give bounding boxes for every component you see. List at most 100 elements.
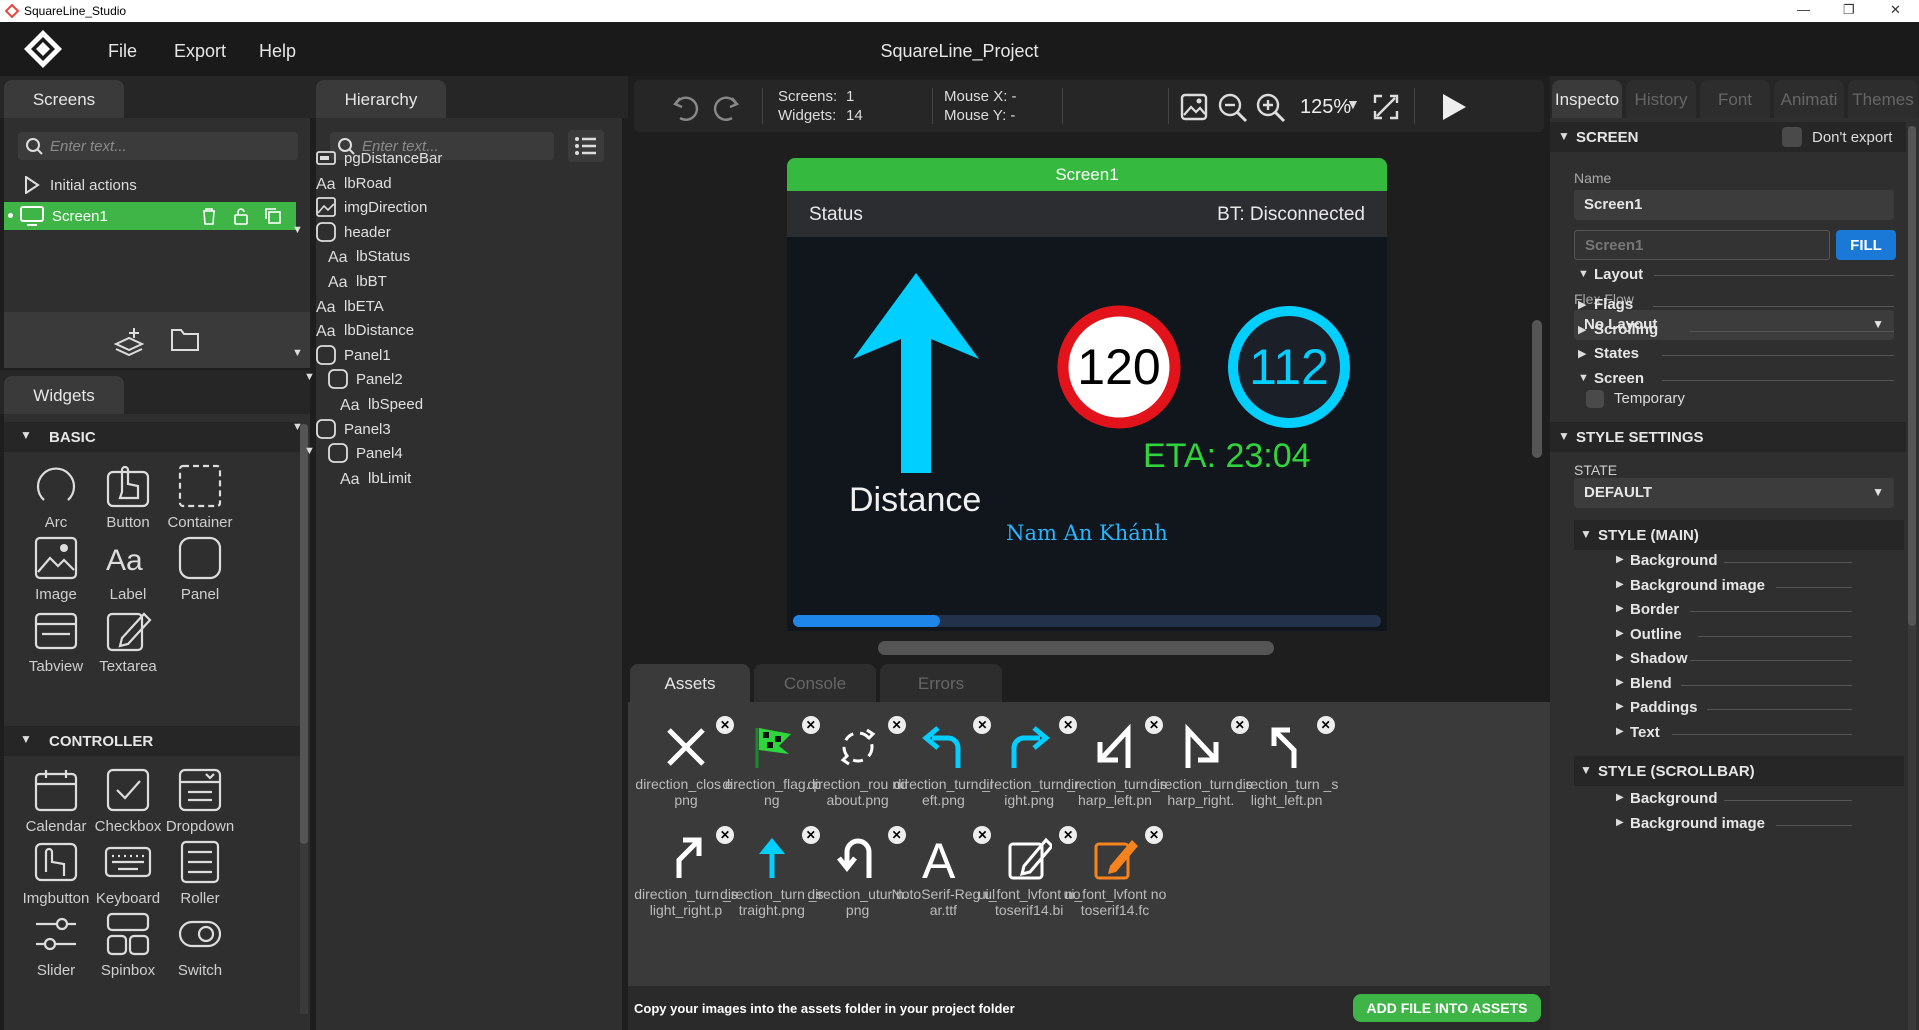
- expand-arrow-icon[interactable]: ▼: [292, 347, 303, 359]
- remove-asset-icon[interactable]: ✕: [1316, 716, 1335, 734]
- add-file-button[interactable]: ADD FILE INTO ASSETS: [1353, 994, 1541, 1022]
- tab-assets[interactable]: Assets: [630, 664, 750, 702]
- style-outline[interactable]: ▶ Outline: [1616, 626, 1852, 646]
- style-text[interactable]: ▶ Text: [1616, 724, 1852, 744]
- style-shadow[interactable]: ▶ Shadow: [1616, 650, 1852, 670]
- minimize-icon[interactable]: —: [1797, 2, 1810, 17]
- style-background-image[interactable]: ▶ Background image: [1616, 577, 1852, 597]
- inspector-scrollbar[interactable]: [1908, 126, 1916, 1030]
- temporary-checkbox[interactable]: [1586, 390, 1604, 408]
- menu-export[interactable]: Export: [174, 41, 226, 62]
- lock-icon[interactable]: [232, 207, 250, 225]
- background-image-icon[interactable]: [1180, 93, 1208, 121]
- tab-animation[interactable]: Animati: [1774, 80, 1844, 118]
- controller-section-header[interactable]: ▼ CONTROLLER: [4, 726, 300, 756]
- widget-container[interactable]: Container: [156, 462, 244, 531]
- menu-help[interactable]: Help: [259, 41, 296, 62]
- tab-font[interactable]: Font: [1700, 80, 1770, 118]
- folder-icon[interactable]: [170, 326, 200, 352]
- expand-arrow-icon[interactable]: ▼: [304, 371, 315, 383]
- lbSpeed[interactable]: 112: [1227, 338, 1351, 396]
- layout-title[interactable]: Layout: [1594, 266, 1643, 283]
- tab-themes[interactable]: Themes: [1848, 80, 1918, 118]
- section-scrolling[interactable]: ▶ Scrolling: [1578, 321, 1894, 341]
- duplicate-icon[interactable]: [264, 207, 282, 225]
- canvas-vscroll[interactable]: [1532, 320, 1542, 458]
- asset-item[interactable]: ✕ direction_turn _slight_left.pn: [1235, 716, 1339, 808]
- zoom-level[interactable]: 125%: [1300, 96, 1351, 119]
- tabview-icon: [34, 612, 78, 650]
- fit-screen-icon[interactable]: [1372, 93, 1400, 121]
- style-background[interactable]: ▶ Background: [1616, 552, 1852, 572]
- asset-item[interactable]: ✕ ui_font_lvfont notoserif14.fc: [1063, 826, 1167, 918]
- zoom-dropdown-icon[interactable]: ▼: [1346, 96, 1360, 112]
- style-settings-header[interactable]: ▼ STYLE SETTINGS: [1550, 422, 1906, 452]
- lbBT[interactable]: BT: Disconnected: [1217, 204, 1365, 226]
- tab-screens[interactable]: Screens: [4, 80, 124, 118]
- lbLimit[interactable]: 120: [1057, 338, 1181, 396]
- tab-widgets[interactable]: Widgets: [4, 376, 124, 414]
- tab-hierarchy[interactable]: Hierarchy: [316, 80, 446, 118]
- canvas-hscroll[interactable]: [878, 641, 1274, 655]
- style-blend[interactable]: ▶ Blend: [1616, 675, 1852, 695]
- direction-arrow-up-icon[interactable]: [851, 271, 981, 475]
- style-background[interactable]: ▶ Background: [1616, 790, 1852, 810]
- tab-console[interactable]: Console: [754, 664, 876, 702]
- menu-file[interactable]: File: [108, 41, 137, 62]
- style-main-header[interactable]: ▼ STYLE (MAIN): [1574, 520, 1904, 550]
- expand-arrow-icon[interactable]: ▼: [292, 224, 303, 236]
- widget-dropdown[interactable]: Dropdown: [156, 766, 244, 835]
- lbDistance[interactable]: Distance: [849, 481, 981, 520]
- initial-actions-item[interactable]: Initial actions: [18, 172, 298, 198]
- pgDistanceBar[interactable]: [793, 615, 1381, 627]
- restore-icon[interactable]: ❐: [1843, 2, 1855, 18]
- tab-inspector[interactable]: Inspecto: [1552, 80, 1622, 118]
- roundabout-icon: [840, 728, 875, 766]
- widgets-scrollbar[interactable]: [300, 424, 308, 1014]
- section-states[interactable]: ▶ States: [1578, 345, 1894, 365]
- screen-section-header[interactable]: ▼ SCREEN Don't export: [1550, 122, 1906, 152]
- style-paddings[interactable]: ▶ Paddings: [1616, 699, 1852, 719]
- style-border[interactable]: ▶ Border: [1616, 601, 1852, 621]
- state-dropdown[interactable]: DEFAULT ▼: [1574, 478, 1894, 508]
- lbRoad[interactable]: Nam An Khánh: [787, 521, 1387, 545]
- lbStatus[interactable]: Status: [809, 204, 863, 226]
- zoom-in-icon[interactable]: [1256, 93, 1286, 123]
- dont-export-checkbox[interactable]: [1782, 127, 1802, 147]
- slider-icon: [36, 917, 76, 951]
- close-icon[interactable]: ✕: [1890, 2, 1901, 18]
- screens-search-input[interactable]: Enter text...: [18, 132, 298, 160]
- trash-icon[interactable]: [200, 207, 218, 225]
- widget-roller[interactable]: Roller: [156, 838, 244, 907]
- tab-history[interactable]: History: [1626, 80, 1696, 118]
- widget-switch[interactable]: Switch: [156, 910, 244, 979]
- play-icon[interactable]: [1440, 92, 1468, 122]
- basic-section-header[interactable]: ▼ BASIC: [4, 422, 300, 452]
- zoom-out-icon[interactable]: [1218, 93, 1248, 123]
- widget-panel[interactable]: Panel: [156, 534, 244, 603]
- expand-arrow-icon[interactable]: ▼: [292, 421, 303, 433]
- tree-node-lbLimit[interactable]: Aa lbLimit: [316, 468, 608, 498]
- assets-footer: Copy your images into the assets folder …: [628, 986, 1550, 1030]
- fill-button[interactable]: FILL: [1836, 230, 1896, 260]
- widgets-tabbar: Widgets: [0, 370, 310, 414]
- lbETA[interactable]: ETA: 23:04: [1143, 437, 1311, 476]
- redo-icon[interactable]: [710, 94, 740, 122]
- remove-asset-icon[interactable]: ✕: [1145, 826, 1163, 844]
- screen-item-screen1[interactable]: Screen1: [4, 202, 296, 230]
- undo-icon[interactable]: [672, 94, 702, 122]
- add-screen-icon[interactable]: [112, 326, 146, 356]
- device-screen[interactable]: Status BT: Disconnected 120 112 ETA: 23:…: [787, 191, 1387, 631]
- name-field[interactable]: Screen1: [1574, 190, 1894, 220]
- section-screen[interactable]: ▼ Screen: [1578, 370, 1894, 390]
- style-background-image[interactable]: ▶ Background image: [1616, 815, 1852, 835]
- section-flags[interactable]: ▶ Flags: [1578, 296, 1894, 316]
- tab-errors[interactable]: Errors: [880, 664, 1002, 702]
- screen-name-tab[interactable]: Screen1: [787, 158, 1387, 191]
- fill-name-field[interactable]: Screen1: [1574, 230, 1830, 260]
- widget-textarea[interactable]: Textarea: [84, 606, 172, 675]
- image-icon: [316, 197, 336, 218]
- style-scrollbar-header[interactable]: ▼ STYLE (SCROLLBAR): [1574, 756, 1904, 786]
- header-panel[interactable]: Status BT: Disconnected: [787, 191, 1387, 237]
- expand-arrow-icon[interactable]: ▼: [304, 445, 315, 457]
